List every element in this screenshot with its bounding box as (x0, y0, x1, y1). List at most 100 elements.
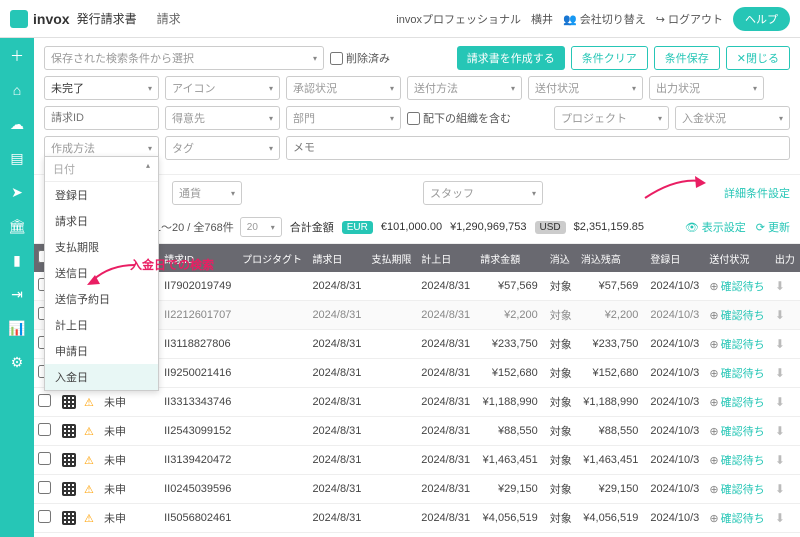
cell-send[interactable]: ⊕確認待ち (705, 417, 771, 446)
download-icon[interactable]: ⬇ (775, 453, 785, 467)
memo-input[interactable] (286, 136, 790, 160)
status-select[interactable]: 未完了 (44, 76, 159, 100)
row-checkbox[interactable] (38, 481, 51, 494)
cell-send[interactable]: ⊕確認待ち (705, 388, 771, 417)
date-dropdown-header[interactable]: 日付 (45, 157, 158, 182)
date-option[interactable]: 請求日 (45, 208, 158, 234)
cell-balance: ¥46,475 (577, 533, 647, 537)
chip-icon (62, 511, 76, 525)
send-status-select[interactable]: 送付状況 (528, 76, 643, 100)
cell-amount: ¥1,188,990 (476, 388, 546, 417)
home-icon[interactable]: ⌂ (9, 82, 25, 98)
deposit-status-select[interactable]: 入金状況 (675, 106, 790, 130)
row-checkbox[interactable] (38, 394, 51, 407)
currency-pill-usd: USD (535, 221, 566, 234)
app-header: invox 発行請求書 請求 invoxプロフェッショナル 横井 👥 会社切り替… (0, 0, 800, 38)
table-row[interactable]: ⚠未申II31394204722024/8/312024/8/31¥1,463,… (34, 446, 800, 475)
warning-icon: ⚠ (84, 397, 94, 409)
incl-orgs-checkbox[interactable]: 配下の組織を含む (407, 110, 511, 126)
tag-select[interactable]: タグ (165, 136, 280, 160)
staff-select[interactable]: スタッフ (423, 181, 543, 205)
globe-icon: ⊕ (709, 310, 718, 322)
display-settings-link[interactable]: 👁 表示設定 (685, 219, 746, 235)
invoice-icon[interactable]: ▤ (9, 150, 25, 166)
product-name: invox (33, 11, 70, 27)
customer-select[interactable]: 得意先 (165, 106, 280, 130)
col-header[interactable]: 支払期限 (367, 244, 417, 272)
col-header[interactable]: 出力 (771, 244, 800, 272)
close-filters-button[interactable]: ✕ 閉じる (726, 46, 790, 70)
download-icon[interactable]: ⬇ (775, 482, 785, 496)
saved-search-select[interactable]: 保存された検索条件から選択 (44, 46, 324, 70)
date-option[interactable]: 申請日 (45, 338, 158, 364)
col-header[interactable]: 消込 (546, 244, 577, 272)
col-header[interactable]: 送付状況 (705, 244, 771, 272)
col-header[interactable]: プロジタグト (238, 244, 308, 272)
download-icon[interactable]: ⬇ (775, 366, 785, 380)
col-header[interactable]: 請求金額 (476, 244, 546, 272)
table-row[interactable]: ⚠未申II33133437462024/8/312024/8/31¥1,188,… (34, 388, 800, 417)
project-select[interactable]: プロジェクト (554, 106, 669, 130)
cell-send[interactable]: ⊕確認待ち (705, 330, 771, 359)
annotation-arrow2-icon (640, 173, 710, 203)
download-icon[interactable]: ⬇ (775, 395, 785, 409)
date-option[interactable]: 登録日 (45, 182, 158, 208)
deleted-checkbox[interactable]: 削除済み (330, 50, 390, 66)
invoice-id-input[interactable] (44, 106, 159, 130)
settings-icon[interactable]: ⚙ (9, 354, 25, 370)
download-icon[interactable]: ⬇ (775, 337, 785, 351)
col-header[interactable]: 消込残高 (577, 244, 647, 272)
save-filters-button[interactable]: 条件保存 (654, 46, 720, 70)
cell-send[interactable]: ⊕確認待ち (705, 301, 771, 330)
send-method-select[interactable]: 送付方法 (407, 76, 522, 100)
per-page-select[interactable]: 20 (240, 217, 282, 237)
detail-filter-link[interactable]: 詳細条件設定 (724, 185, 790, 201)
cell-send[interactable]: ⊕確認待ち (705, 533, 771, 537)
send-icon[interactable]: ➤ (9, 184, 25, 200)
approval-select[interactable]: 承認状況 (286, 76, 401, 100)
cell-amount: ¥1,463,451 (476, 446, 546, 475)
table-row[interactable]: ⚠未申II50568024612024/8/312024/8/31¥4,056,… (34, 504, 800, 533)
upload-icon[interactable]: ☁ (9, 116, 25, 132)
download-icon[interactable]: ⬇ (775, 279, 785, 293)
bank-icon[interactable]: 🏛 (9, 218, 25, 234)
col-header[interactable]: 登録日 (646, 244, 705, 272)
cell-send[interactable]: ⊕確認待ち (705, 475, 771, 504)
jpy-total: ¥1,290,969,753 (450, 221, 526, 233)
report-icon[interactable]: ▮ (9, 252, 25, 268)
cell-send[interactable]: ⊕確認待ち (705, 359, 771, 388)
row-checkbox[interactable] (38, 423, 51, 436)
logout-link[interactable]: ↪ ログアウト (656, 11, 723, 27)
table-row[interactable]: ⚠未申II02450395962024/8/312024/8/31¥29,150… (34, 475, 800, 504)
date-option[interactable]: 計上日 (45, 312, 158, 338)
date-option[interactable]: 入金日 (45, 364, 158, 390)
output-status-select[interactable]: 出力状況 (649, 76, 764, 100)
plus-icon[interactable]: ＋ (9, 48, 25, 64)
create-invoice-button[interactable]: 請求書を作成する (457, 46, 565, 70)
cell-status: 未申 (100, 417, 160, 446)
currency-select[interactable]: 通貨 (172, 181, 242, 205)
download-icon[interactable]: ⬇ (775, 308, 785, 322)
row-checkbox[interactable] (38, 452, 51, 465)
refresh-link[interactable]: ⟳ 更新 (756, 219, 790, 235)
table-row[interactable]: ⚠未申II25430991522024/8/312024/8/31¥88,550… (34, 417, 800, 446)
row-checkbox[interactable] (38, 510, 51, 523)
cell-send[interactable]: ⊕確認待ち (705, 446, 771, 475)
col-header[interactable]: 計上日 (417, 244, 476, 272)
icon-select[interactable]: アイコン (165, 76, 280, 100)
help-button[interactable]: ヘルプ (733, 7, 790, 31)
switch-company[interactable]: 👥 会社切り替え (563, 11, 646, 27)
download-icon[interactable]: ⬇ (775, 424, 785, 438)
chart-icon[interactable]: 📊 (9, 320, 25, 336)
dept-select[interactable]: 部門 (286, 106, 401, 130)
cell-send[interactable]: ⊕確認待ち (705, 272, 771, 301)
cell-send[interactable]: ⊕確認待ち (705, 504, 771, 533)
filter-panel: 保存された検索条件から選択 削除済み 請求書を作成する 条件クリア 条件保存 ✕… (34, 38, 800, 175)
nav-invoice[interactable]: 請求 (157, 10, 181, 27)
export-icon[interactable]: ⇥ (9, 286, 25, 302)
table-row[interactable]: ⚠未申II31535360962024/8/312024/8/31¥46,475… (34, 533, 800, 537)
download-icon[interactable]: ⬇ (775, 511, 785, 525)
clear-filters-button[interactable]: 条件クリア (571, 46, 648, 70)
cell-amount: ¥4,056,519 (476, 504, 546, 533)
col-header[interactable]: 請求日 (308, 244, 367, 272)
